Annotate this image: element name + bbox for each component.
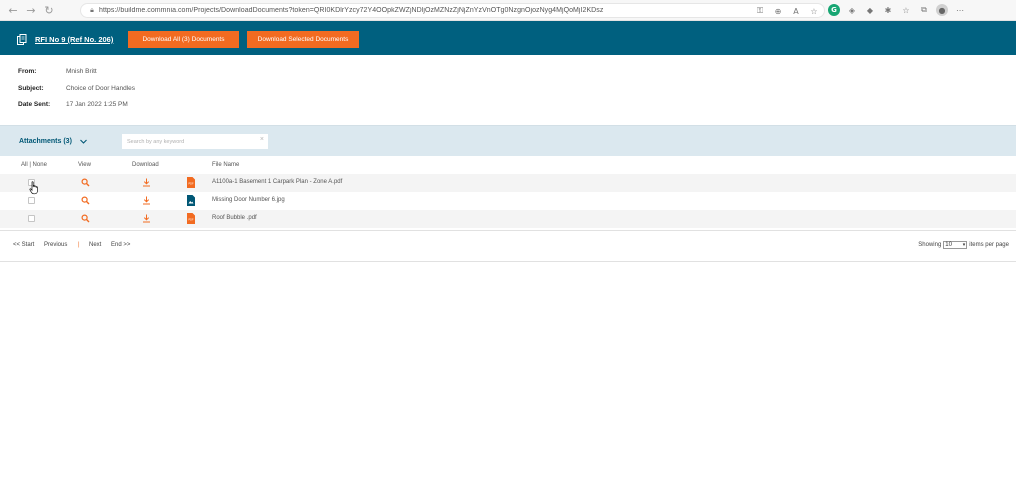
browser-toolbar: ← → ↻ 🔒︎ https://buildme.commnia.com/Pro… [0, 0, 1016, 21]
forward-arrow-icon[interactable]: → [22, 0, 40, 21]
url-text[interactable]: https://buildme.commnia.com/Projects/Dow… [99, 7, 759, 14]
refresh-icon[interactable]: ↻ [40, 0, 58, 21]
download-icon[interactable] [142, 196, 151, 205]
subject-row: Subject: Choice of Door Handles [18, 85, 135, 92]
download-header: Download [132, 162, 159, 168]
extension-icon[interactable]: ◆ [864, 4, 876, 16]
page-header: RFI No 9 (Ref No. 206) Download All (3) … [0, 21, 1016, 55]
clear-icon[interactable]: × [260, 136, 264, 143]
zoom-icon[interactable]: ⊕ [772, 5, 784, 17]
from-label: From: [18, 68, 37, 75]
chevron-down-icon[interactable] [79, 137, 88, 146]
view-magnifier-icon[interactable] [81, 214, 90, 223]
date-label: Date Sent: [18, 101, 51, 108]
subject-value: Choice of Door Handles [66, 85, 136, 92]
pdf-icon: PDF [187, 177, 195, 188]
file-name-link[interactable]: Roof Bubble .pdf [212, 215, 257, 221]
file-name-link[interactable]: Missing Door Number 6.jpg [212, 197, 285, 203]
grammarly-extension-icon[interactable]: G [828, 4, 840, 16]
search-input[interactable]: Search by any keyword × [122, 134, 268, 149]
view-header: View [78, 162, 91, 168]
favorites-icon[interactable]: ☆ [900, 4, 912, 16]
attachments-title[interactable]: Attachments (3) [19, 138, 72, 145]
image-icon [187, 195, 195, 206]
pager-previous-link[interactable]: Previous [44, 242, 67, 248]
download-icon[interactable] [142, 178, 151, 187]
view-magnifier-icon[interactable] [81, 178, 90, 187]
subject-label: Subject: [18, 85, 44, 92]
file-name-link[interactable]: A1100a-1 Basement 1 Carpark Plan - Zone … [212, 179, 342, 185]
per-page-select[interactable]: 10 ▾ [943, 241, 968, 249]
file-name-header: File Name [212, 162, 240, 168]
key-icon[interactable]: ⚿ [754, 5, 766, 17]
pager-separator: | [78, 242, 80, 248]
showing-label: Showing [918, 242, 942, 248]
documents-icon [17, 34, 27, 45]
download-icon[interactable] [142, 214, 151, 223]
per-page-value: 10 [945, 242, 952, 248]
pager-start-link[interactable]: << Start [13, 242, 34, 248]
address-bar[interactable]: 🔒︎ https://buildme.commnia.com/Projects/… [80, 3, 825, 18]
favorite-star-icon[interactable]: ☆ [808, 5, 820, 17]
from-row: From: Mnish Britt [18, 68, 97, 75]
search-placeholder: Search by any keyword [127, 138, 185, 145]
date-value: 17 Jan 2022 1:25 PM [66, 101, 128, 108]
read-aloud-icon[interactable]: A [790, 5, 802, 17]
more-menu-icon[interactable]: ⋯ [954, 4, 966, 16]
page-size-control: Showing 10 ▾ items per page [918, 241, 1009, 249]
puzzle-icon[interactable]: ✱ [882, 4, 894, 16]
svg-text:PDF: PDF [189, 219, 194, 222]
download-all-button[interactable]: Download All (3) Documents [128, 31, 239, 48]
pdf-icon: PDF [187, 213, 195, 224]
back-arrow-icon[interactable]: ← [4, 0, 22, 21]
row-checkbox[interactable] [28, 215, 35, 222]
download-selected-button[interactable]: Download Selected Documents [247, 31, 359, 48]
pager-end-link[interactable]: End >> [111, 242, 130, 248]
view-magnifier-icon[interactable] [81, 196, 90, 205]
from-value: Mnish Britt [66, 68, 97, 75]
table-divider [0, 230, 1016, 231]
lock-icon: 🔒︎ [90, 6, 94, 14]
collections-icon[interactable]: ⧉ [918, 4, 930, 16]
profile-avatar-icon[interactable]: ● [936, 4, 948, 16]
table-row: Missing Door Number 6.jpg [0, 192, 1016, 210]
attachments-bar: Attachments (3) Search by any keyword × [0, 125, 1016, 156]
select-all-none-header[interactable]: All | None [21, 162, 47, 168]
row-checkbox[interactable] [28, 197, 35, 204]
pager-next-link[interactable]: Next [89, 242, 101, 248]
select-chevron-down-icon: ▾ [962, 242, 966, 248]
per-page-suffix: items per page [969, 242, 1009, 248]
svg-text:PDF: PDF [189, 183, 194, 186]
footer-divider [0, 261, 1016, 262]
table-row: PDF Roof Bubble .pdf [0, 210, 1016, 228]
date-row: Date Sent: 17 Jan 2022 1:25 PM [18, 101, 128, 108]
rfi-title-link[interactable]: RFI No 9 (Ref No. 206) [35, 35, 113, 44]
table-row: PDF A1100a-1 Basement 1 Carpark Plan - Z… [0, 174, 1016, 192]
hand-cursor-icon [29, 181, 38, 195]
extension-icon[interactable]: ◈ [846, 4, 858, 16]
